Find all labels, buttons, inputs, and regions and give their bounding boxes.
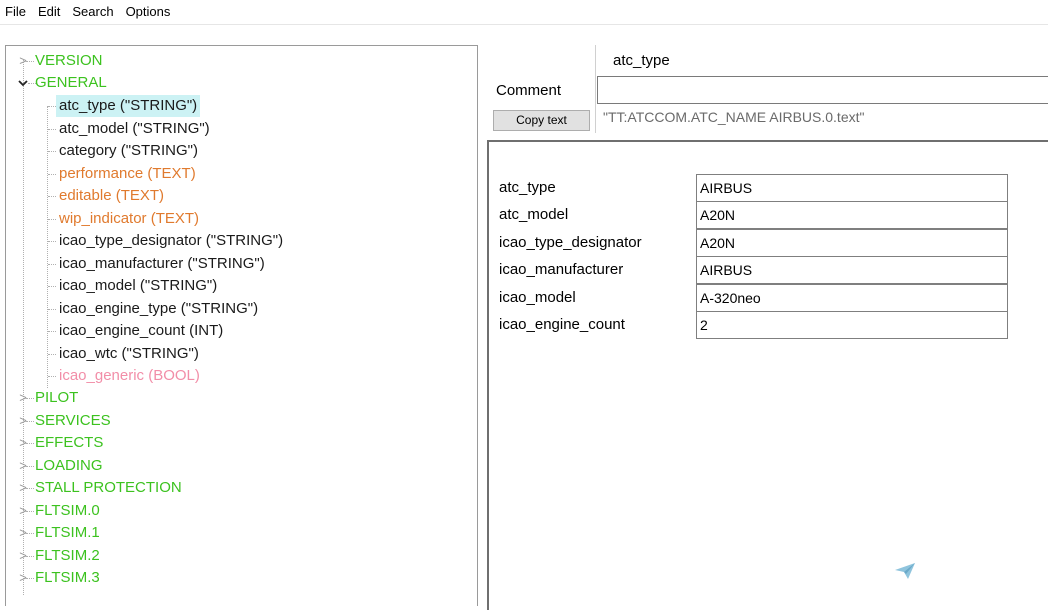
column-separator bbox=[595, 45, 596, 133]
tree-section-general[interactable]: GENERAL bbox=[6, 72, 476, 94]
tree-connector bbox=[26, 578, 34, 579]
menu-search[interactable]: Search bbox=[66, 0, 119, 24]
tree-item-atc-type[interactable]: atc_type ("STRING") bbox=[6, 95, 476, 117]
tree-connector bbox=[48, 174, 56, 175]
tree-connector bbox=[48, 241, 56, 242]
tree-item-label: icao_generic (BOOL) bbox=[59, 367, 200, 384]
menu-edit[interactable]: Edit bbox=[32, 0, 66, 24]
tree-connector bbox=[26, 466, 34, 467]
tree-item-label: performance (TEXT) bbox=[59, 165, 196, 182]
tree-section-label: EFFECTS bbox=[35, 434, 104, 451]
tree-connector bbox=[26, 533, 34, 534]
tree-section-services[interactable]: > SERVICES bbox=[6, 410, 476, 432]
tree-section-stall-protection[interactable]: > STALL PROTECTION bbox=[6, 477, 476, 499]
tree-section-fltsim-2[interactable]: > FLTSIM.2 bbox=[6, 545, 476, 567]
prop-label-icao-engine-count: icao_engine_count bbox=[499, 316, 625, 333]
tree-item-label: atc_model ("STRING") bbox=[59, 120, 210, 137]
prop-label-atc-model: atc_model bbox=[499, 206, 569, 223]
tree-section-fltsim-3[interactable]: > FLTSIM.3 bbox=[6, 567, 476, 589]
prop-value-atc-model[interactable]: A20N bbox=[696, 201, 1008, 229]
tree-item-icao-model[interactable]: icao_model ("STRING") bbox=[6, 275, 476, 297]
tree-item-icao-manufacturer[interactable]: icao_manufacturer ("STRING") bbox=[6, 253, 476, 275]
prop-label-icao-manufacturer: icao_manufacturer bbox=[499, 261, 624, 278]
tree-item-label: icao_engine_count (INT) bbox=[59, 322, 224, 339]
tree-item-editable[interactable]: editable (TEXT) bbox=[6, 185, 476, 207]
prop-value-icao-engine-count[interactable]: 2 bbox=[696, 311, 1008, 339]
tree-section-label: STALL PROTECTION bbox=[35, 479, 182, 496]
menu-options[interactable]: Options bbox=[120, 0, 177, 24]
tree-connector bbox=[26, 443, 34, 444]
tree-connector bbox=[26, 61, 34, 62]
copy-text-value: "TT:ATCCOM.ATC_NAME AIRBUS.0.text" bbox=[603, 109, 865, 125]
tree-item-label: icao_manufacturer ("STRING") bbox=[59, 255, 265, 272]
tree-section-label: VERSION bbox=[35, 52, 103, 69]
prop-label-icao-type-designator: icao_type_designator bbox=[499, 234, 642, 251]
copy-text-button[interactable]: Copy text bbox=[493, 110, 590, 131]
tree-section-effects[interactable]: > EFFECTS bbox=[6, 432, 476, 454]
tree-item-icao-generic[interactable]: icao_generic (BOOL) bbox=[6, 365, 476, 387]
tree-section-label: FLTSIM.0 bbox=[35, 502, 100, 519]
prop-label-atc-type: atc_type bbox=[499, 179, 556, 196]
tree-section-label: GENERAL bbox=[35, 74, 107, 91]
prop-value-atc-type[interactable]: AIRBUS bbox=[696, 174, 1008, 202]
tree-item-icao-engine-type[interactable]: icao_engine_type ("STRING") bbox=[6, 298, 476, 320]
tree-section-label: SERVICES bbox=[35, 412, 111, 429]
tree-item-label: wip_indicator (TEXT) bbox=[59, 210, 200, 227]
tree-connector bbox=[26, 556, 34, 557]
tree-section-label: PILOT bbox=[35, 389, 79, 406]
tree-item-label: category ("STRING") bbox=[59, 142, 199, 159]
tree-panel: > VERSION GENERAL atc_type ("STRING") at… bbox=[5, 45, 478, 606]
tree-item-wip-indicator[interactable]: wip_indicator (TEXT) bbox=[6, 208, 476, 230]
prop-value-icao-manufacturer[interactable]: AIRBUS bbox=[696, 256, 1008, 284]
prop-value-icao-model[interactable]: A-320neo bbox=[696, 284, 1008, 312]
tree-item-icao-engine-count[interactable]: icao_engine_count (INT) bbox=[6, 320, 476, 342]
tree-section-pilot[interactable]: > PILOT bbox=[6, 387, 476, 409]
tree-connector bbox=[26, 398, 34, 399]
tree-item-label: icao_engine_type ("STRING") bbox=[59, 300, 259, 317]
send-icon[interactable] bbox=[894, 562, 916, 580]
field-name-title: atc_type bbox=[613, 52, 670, 69]
tree-section-label: FLTSIM.1 bbox=[35, 524, 100, 541]
tree-item-icao-wtc[interactable]: icao_wtc ("STRING") bbox=[6, 343, 476, 365]
tree-item-label: editable (TEXT) bbox=[59, 187, 165, 204]
prop-value-icao-type-designator[interactable]: A20N bbox=[696, 229, 1008, 257]
comment-label: Comment bbox=[496, 82, 562, 99]
tree-connector bbox=[48, 106, 56, 107]
tree-section-label: LOADING bbox=[35, 457, 103, 474]
comment-input[interactable] bbox=[597, 76, 1048, 104]
tree-connector bbox=[48, 354, 56, 355]
tree-connector bbox=[48, 196, 56, 197]
tree-connector bbox=[48, 309, 56, 310]
tree-section-loading[interactable]: > LOADING bbox=[6, 455, 476, 477]
tree-item-atc-model[interactable]: atc_model ("STRING") bbox=[6, 118, 476, 140]
tree-item-category[interactable]: category ("STRING") bbox=[6, 140, 476, 162]
menu-bar: File Edit Search Options bbox=[0, 0, 1048, 25]
menu-file[interactable]: File bbox=[0, 0, 32, 24]
tree-item-icao-type-designator[interactable]: icao_type_designator ("STRING") bbox=[6, 230, 476, 252]
prop-label-icao-model: icao_model bbox=[499, 289, 576, 306]
tree-connector bbox=[48, 264, 56, 265]
tree-connector bbox=[48, 151, 56, 152]
tree-connector bbox=[48, 129, 56, 130]
tree-connector bbox=[48, 376, 56, 377]
tree-item-label: icao_wtc ("STRING") bbox=[59, 345, 199, 362]
tree-connector bbox=[26, 511, 34, 512]
tree-item-label: icao_model ("STRING") bbox=[59, 277, 218, 294]
tree-connector bbox=[48, 331, 56, 332]
tree-connector bbox=[26, 488, 34, 489]
tree-connector bbox=[26, 421, 34, 422]
tree-item-label: icao_type_designator ("STRING") bbox=[59, 232, 284, 249]
tree-section-fltsim-1[interactable]: > FLTSIM.1 bbox=[6, 522, 476, 544]
tree-connector bbox=[48, 286, 56, 287]
tree-item-label: atc_type ("STRING") bbox=[56, 95, 201, 117]
tree-section-fltsim-0[interactable]: > FLTSIM.0 bbox=[6, 500, 476, 522]
tree-section-label: FLTSIM.2 bbox=[35, 547, 100, 564]
tree-section-label: FLTSIM.3 bbox=[35, 569, 100, 586]
tree-section-version[interactable]: > VERSION bbox=[6, 50, 476, 72]
tree-item-performance[interactable]: performance (TEXT) bbox=[6, 163, 476, 185]
tree-connector bbox=[48, 219, 56, 220]
